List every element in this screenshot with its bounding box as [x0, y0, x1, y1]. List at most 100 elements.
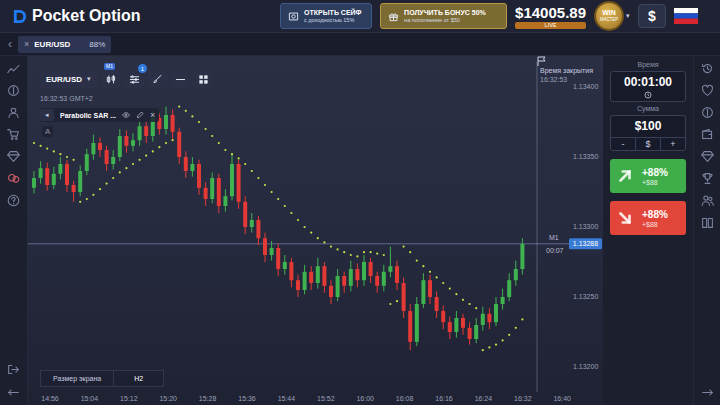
candle [52, 167, 56, 189]
sar-dot [152, 150, 154, 152]
candle [408, 304, 412, 350]
wallet-icon[interactable] [701, 128, 714, 141]
sar-dot [502, 339, 504, 341]
sar-dot [383, 254, 385, 256]
time-tick: 15:36 [238, 395, 256, 402]
russian-flag-icon[interactable] [674, 8, 698, 24]
diamond-icon[interactable] [7, 150, 20, 163]
down-button[interactable]: +88%+$88 [610, 201, 686, 235]
clock-icon [644, 91, 652, 99]
amount-minus[interactable]: - [611, 138, 635, 150]
layout-button[interactable] [193, 70, 213, 88]
bonus-promo-button[interactable]: ПОЛУЧИТЬ БОНУС 50%на пополнение от $50 [380, 3, 507, 29]
time-field[interactable]: 00:01:00 [610, 71, 686, 102]
diamond-icon[interactable] [701, 150, 714, 163]
right-sidebar [693, 56, 720, 405]
trade-button-texts: +88%+$88 [642, 167, 668, 186]
chat-icon[interactable] [7, 172, 20, 185]
asset-select[interactable]: EUR/USD▾ [40, 70, 98, 88]
chart-line-icon[interactable] [7, 62, 20, 75]
amount-currency[interactable]: $ [635, 138, 661, 150]
sar-dot [73, 159, 75, 161]
candle [388, 247, 392, 278]
candle [421, 273, 425, 308]
amount-field[interactable]: $100-$+ [610, 115, 686, 151]
sar-dot [251, 170, 253, 172]
candle [85, 149, 89, 176]
sar-dot [277, 198, 279, 200]
price-tick: 1.13200 [573, 363, 598, 370]
drawing-button[interactable] [147, 70, 167, 88]
candle [118, 129, 122, 161]
user-icon[interactable] [7, 106, 20, 119]
payout-profit: +$88 [642, 221, 668, 228]
heart-pulse-icon[interactable] [701, 84, 714, 97]
candle [270, 241, 274, 261]
candle [177, 128, 181, 164]
time-tick: 15:12 [120, 395, 138, 402]
line-tool-button[interactable] [170, 70, 190, 88]
candle [39, 161, 43, 183]
sar-dot [356, 255, 358, 257]
chart-toolbar: EUR/USD▾M11 [40, 70, 213, 88]
sar-dot [139, 159, 141, 161]
sar-dot [310, 232, 312, 234]
sar-dot [290, 212, 292, 214]
logo[interactable]: Pocket Option [12, 7, 140, 25]
level-badge-circle: WINМАСТЕР [594, 1, 624, 31]
trophy-icon[interactable] [701, 172, 714, 185]
candle [448, 317, 452, 339]
screen-size-value: H2 [114, 371, 163, 386]
asset-tab[interactable]: ×EUR/USD88% [18, 36, 111, 53]
sar-dot [53, 150, 55, 152]
history-icon[interactable] [701, 62, 714, 75]
arrow-left-icon[interactable] [7, 386, 20, 399]
balance[interactable]: $14005.89LIVE [515, 4, 586, 29]
logo-text: Pocket Option [32, 7, 140, 25]
candle [382, 265, 386, 292]
candle [243, 196, 247, 234]
amount-plus[interactable]: + [661, 138, 685, 150]
price-tick: 1.13300 [573, 223, 598, 230]
level-badge[interactable]: WINМАСТЕР▾ [594, 1, 630, 31]
candle [303, 265, 307, 294]
indicator-count-badge: 1 [138, 64, 147, 73]
top-actions: ОТКРЫТЬ СЕЙФс доходностью 15% ПОЛУЧИТЬ БО… [280, 1, 698, 31]
price-chart[interactable]: Время закрытия16:32:531.134001.133501.13… [28, 56, 603, 405]
drawing-label[interactable]: A [42, 126, 53, 137]
indicator-close[interactable]: × [150, 110, 155, 120]
deposit-button[interactable]: $ [638, 4, 666, 28]
candle [124, 130, 128, 152]
book-icon[interactable] [701, 216, 714, 229]
sar-dot [482, 349, 484, 351]
arrow-right-icon[interactable] [701, 386, 714, 399]
sar-dot [33, 142, 35, 144]
chart-type-button[interactable]: M1 [101, 70, 121, 88]
indicator-collapse[interactable]: ◂ [40, 109, 54, 121]
indicators-button[interactable]: 1 [124, 70, 144, 88]
tab-close[interactable]: × [24, 39, 29, 49]
left-sidebar-bottom [7, 363, 20, 399]
sar-dot [442, 282, 444, 284]
pencil-icon[interactable] [136, 111, 144, 119]
sar-dot [264, 184, 266, 186]
tab-scroll-left[interactable]: ‹ [8, 37, 12, 51]
safe-promo-button[interactable]: ОТКРЫТЬ СЕЙФс доходностью 15% [280, 3, 372, 29]
coin-icon[interactable] [701, 106, 714, 119]
coin-icon[interactable] [7, 84, 20, 97]
users-icon[interactable] [701, 194, 714, 207]
amount-value: $100 [635, 119, 662, 133]
eye-icon[interactable] [122, 111, 130, 119]
closing-time-label: Время закрытия [540, 67, 593, 75]
candle [230, 154, 234, 200]
candle [395, 261, 399, 290]
payout-percent: +88% [642, 167, 668, 178]
sar-dot [455, 293, 457, 295]
logout-icon[interactable] [7, 363, 20, 376]
cart-icon[interactable] [7, 128, 20, 141]
sar-dot [112, 177, 114, 179]
help-icon[interactable] [7, 194, 20, 207]
asset-caret: ▾ [87, 75, 91, 83]
up-button[interactable]: +88%+$88 [610, 159, 686, 193]
screen-size-control[interactable]: Размер экранаH2 [40, 370, 164, 387]
